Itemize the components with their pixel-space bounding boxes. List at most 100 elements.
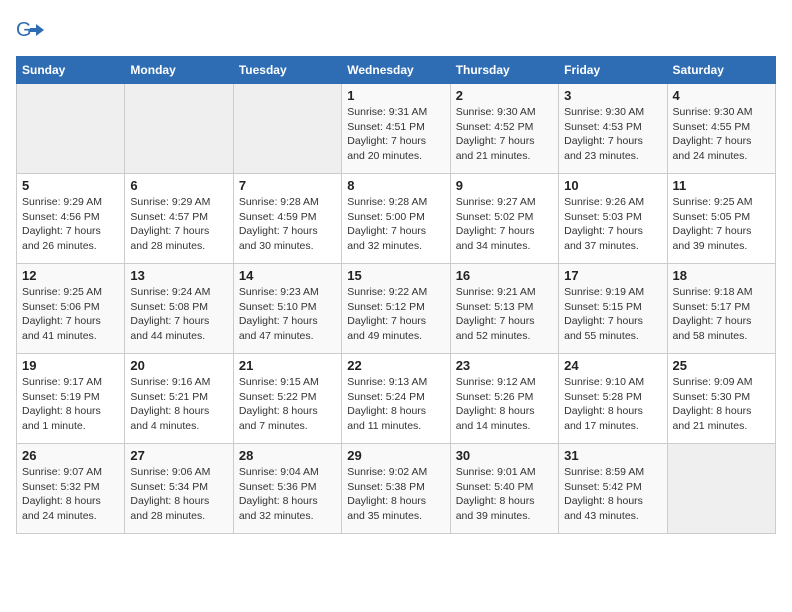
calendar-week-row: 12 Sunrise: 9:25 AM Sunset: 5:06 PM Dayli… (17, 264, 776, 354)
calendar-cell (17, 84, 125, 174)
calendar-cell: 11 Sunrise: 9:25 AM Sunset: 5:05 PM Dayli… (667, 174, 775, 264)
cell-info-text: Sunrise: 9:24 AM Sunset: 5:08 PM Dayligh… (130, 285, 227, 344)
calendar-cell: 31 Sunrise: 8:59 AM Sunset: 5:42 PM Dayli… (559, 444, 667, 534)
cell-info-text: Sunrise: 9:02 AM Sunset: 5:38 PM Dayligh… (347, 465, 444, 524)
cell-day-number: 19 (22, 358, 119, 373)
calendar-cell: 2Sunrise: 9:30 AM Sunset: 4:52 PM Daylig… (450, 84, 558, 174)
calendar-header-row: SundayMondayTuesdayWednesdayThursdayFrid… (17, 57, 776, 84)
calendar-cell: 3 Sunrise: 9:30 AM Sunset: 4:53 PM Daylig… (559, 84, 667, 174)
cell-info-text: Sunrise: 9:27 AM Sunset: 5:02 PM Dayligh… (456, 195, 553, 254)
cell-day-number: 10 (564, 178, 661, 193)
cell-info-text: Sunrise: 9:25 AM Sunset: 5:06 PM Dayligh… (22, 285, 119, 344)
cell-info-text: Sunrise: 9:09 AM Sunset: 5:30 PM Dayligh… (673, 375, 770, 434)
cell-day-number: 24 (564, 358, 661, 373)
calendar-cell: 21Sunrise: 9:15 AM Sunset: 5:22 PM Dayli… (233, 354, 341, 444)
calendar-cell: 17 Sunrise: 9:19 AM Sunset: 5:15 PM Dayli… (559, 264, 667, 354)
cell-info-text: Sunrise: 9:19 AM Sunset: 5:15 PM Dayligh… (564, 285, 661, 344)
cell-day-number: 9 (456, 178, 553, 193)
cell-info-text: Sunrise: 8:59 AM Sunset: 5:42 PM Dayligh… (564, 465, 661, 524)
calendar-cell: 18 Sunrise: 9:18 AM Sunset: 5:17 PM Dayli… (667, 264, 775, 354)
calendar-table: SundayMondayTuesdayWednesdayThursdayFrid… (16, 56, 776, 534)
weekday-header-sunday: Sunday (17, 57, 125, 84)
cell-info-text: Sunrise: 9:30 AM Sunset: 4:55 PM Dayligh… (673, 105, 770, 164)
svg-text:G: G (16, 19, 32, 41)
page-header: G (16, 16, 776, 44)
calendar-cell: 29 Sunrise: 9:02 AM Sunset: 5:38 PM Dayli… (342, 444, 450, 534)
cell-day-number: 14 (239, 268, 336, 283)
cell-day-number: 28 (239, 448, 336, 463)
cell-day-number: 3 (564, 88, 661, 103)
cell-info-text: Sunrise: 9:04 AM Sunset: 5:36 PM Dayligh… (239, 465, 336, 524)
calendar-cell: 6 Sunrise: 9:29 AM Sunset: 4:57 PM Daylig… (125, 174, 233, 264)
cell-day-number: 1 (347, 88, 444, 103)
cell-day-number: 16 (456, 268, 553, 283)
calendar-cell: 28 Sunrise: 9:04 AM Sunset: 5:36 PM Dayli… (233, 444, 341, 534)
calendar-cell: 15Sunrise: 9:22 AM Sunset: 5:12 PM Dayli… (342, 264, 450, 354)
weekday-header-tuesday: Tuesday (233, 57, 341, 84)
cell-info-text: Sunrise: 9:29 AM Sunset: 4:57 PM Dayligh… (130, 195, 227, 254)
logo-icon: G (16, 16, 44, 44)
cell-info-text: Sunrise: 9:06 AM Sunset: 5:34 PM Dayligh… (130, 465, 227, 524)
cell-day-number: 7 (239, 178, 336, 193)
cell-day-number: 11 (673, 178, 770, 193)
cell-day-number: 17 (564, 268, 661, 283)
calendar-cell: 4 Sunrise: 9:30 AM Sunset: 4:55 PM Daylig… (667, 84, 775, 174)
calendar-week-row: 19Sunrise: 9:17 AM Sunset: 5:19 PM Dayli… (17, 354, 776, 444)
cell-day-number: 6 (130, 178, 227, 193)
cell-day-number: 31 (564, 448, 661, 463)
cell-info-text: Sunrise: 9:18 AM Sunset: 5:17 PM Dayligh… (673, 285, 770, 344)
calendar-week-row: 1 Sunrise: 9:31 AM Sunset: 4:51 PM Daylig… (17, 84, 776, 174)
cell-info-text: Sunrise: 9:25 AM Sunset: 5:05 PM Dayligh… (673, 195, 770, 254)
weekday-header-wednesday: Wednesday (342, 57, 450, 84)
calendar-cell: 24 Sunrise: 9:10 AM Sunset: 5:28 PM Dayli… (559, 354, 667, 444)
calendar-cell: 26 Sunrise: 9:07 AM Sunset: 5:32 PM Dayli… (17, 444, 125, 534)
cell-info-text: Sunrise: 9:30 AM Sunset: 4:53 PM Dayligh… (564, 105, 661, 164)
cell-day-number: 26 (22, 448, 119, 463)
cell-info-text: Sunrise: 9:07 AM Sunset: 5:32 PM Dayligh… (22, 465, 119, 524)
calendar-cell: 7Sunrise: 9:28 AM Sunset: 4:59 PM Daylig… (233, 174, 341, 264)
cell-day-number: 15 (347, 268, 444, 283)
cell-info-text: Sunrise: 9:01 AM Sunset: 5:40 PM Dayligh… (456, 465, 553, 524)
cell-info-text: Sunrise: 9:29 AM Sunset: 4:56 PM Dayligh… (22, 195, 119, 254)
cell-day-number: 12 (22, 268, 119, 283)
calendar-cell: 27 Sunrise: 9:06 AM Sunset: 5:34 PM Dayli… (125, 444, 233, 534)
calendar-cell (667, 444, 775, 534)
calendar-cell: 10 Sunrise: 9:26 AM Sunset: 5:03 PM Dayli… (559, 174, 667, 264)
calendar-cell: 8Sunrise: 9:28 AM Sunset: 5:00 PM Daylig… (342, 174, 450, 264)
cell-day-number: 5 (22, 178, 119, 193)
calendar-cell: 25 Sunrise: 9:09 AM Sunset: 5:30 PM Dayli… (667, 354, 775, 444)
cell-info-text: Sunrise: 9:13 AM Sunset: 5:24 PM Dayligh… (347, 375, 444, 434)
calendar-cell: 20Sunrise: 9:16 AM Sunset: 5:21 PM Dayli… (125, 354, 233, 444)
cell-day-number: 25 (673, 358, 770, 373)
cell-info-text: Sunrise: 9:12 AM Sunset: 5:26 PM Dayligh… (456, 375, 553, 434)
weekday-header-saturday: Saturday (667, 57, 775, 84)
calendar-cell: 9 Sunrise: 9:27 AM Sunset: 5:02 PM Daylig… (450, 174, 558, 264)
calendar-cell: 30Sunrise: 9:01 AM Sunset: 5:40 PM Dayli… (450, 444, 558, 534)
weekday-header-thursday: Thursday (450, 57, 558, 84)
calendar-cell (125, 84, 233, 174)
cell-day-number: 21 (239, 358, 336, 373)
cell-info-text: Sunrise: 9:21 AM Sunset: 5:13 PM Dayligh… (456, 285, 553, 344)
cell-day-number: 4 (673, 88, 770, 103)
cell-info-text: Sunrise: 9:31 AM Sunset: 4:51 PM Dayligh… (347, 105, 444, 164)
cell-day-number: 20 (130, 358, 227, 373)
cell-day-number: 13 (130, 268, 227, 283)
calendar-cell: 14 Sunrise: 9:23 AM Sunset: 5:10 PM Dayli… (233, 264, 341, 354)
calendar-week-row: 26 Sunrise: 9:07 AM Sunset: 5:32 PM Dayli… (17, 444, 776, 534)
calendar-week-row: 5 Sunrise: 9:29 AM Sunset: 4:56 PM Daylig… (17, 174, 776, 264)
weekday-header-monday: Monday (125, 57, 233, 84)
cell-info-text: Sunrise: 9:10 AM Sunset: 5:28 PM Dayligh… (564, 375, 661, 434)
calendar-cell: 13 Sunrise: 9:24 AM Sunset: 5:08 PM Dayli… (125, 264, 233, 354)
cell-day-number: 27 (130, 448, 227, 463)
cell-info-text: Sunrise: 9:26 AM Sunset: 5:03 PM Dayligh… (564, 195, 661, 254)
calendar-cell: 5 Sunrise: 9:29 AM Sunset: 4:56 PM Daylig… (17, 174, 125, 264)
calendar-cell: 12 Sunrise: 9:25 AM Sunset: 5:06 PM Dayli… (17, 264, 125, 354)
weekday-header-friday: Friday (559, 57, 667, 84)
calendar-cell: 23Sunrise: 9:12 AM Sunset: 5:26 PM Dayli… (450, 354, 558, 444)
logo: G (16, 16, 48, 44)
cell-day-number: 18 (673, 268, 770, 283)
cell-day-number: 8 (347, 178, 444, 193)
calendar-cell: 22Sunrise: 9:13 AM Sunset: 5:24 PM Dayli… (342, 354, 450, 444)
cell-day-number: 29 (347, 448, 444, 463)
cell-info-text: Sunrise: 9:23 AM Sunset: 5:10 PM Dayligh… (239, 285, 336, 344)
